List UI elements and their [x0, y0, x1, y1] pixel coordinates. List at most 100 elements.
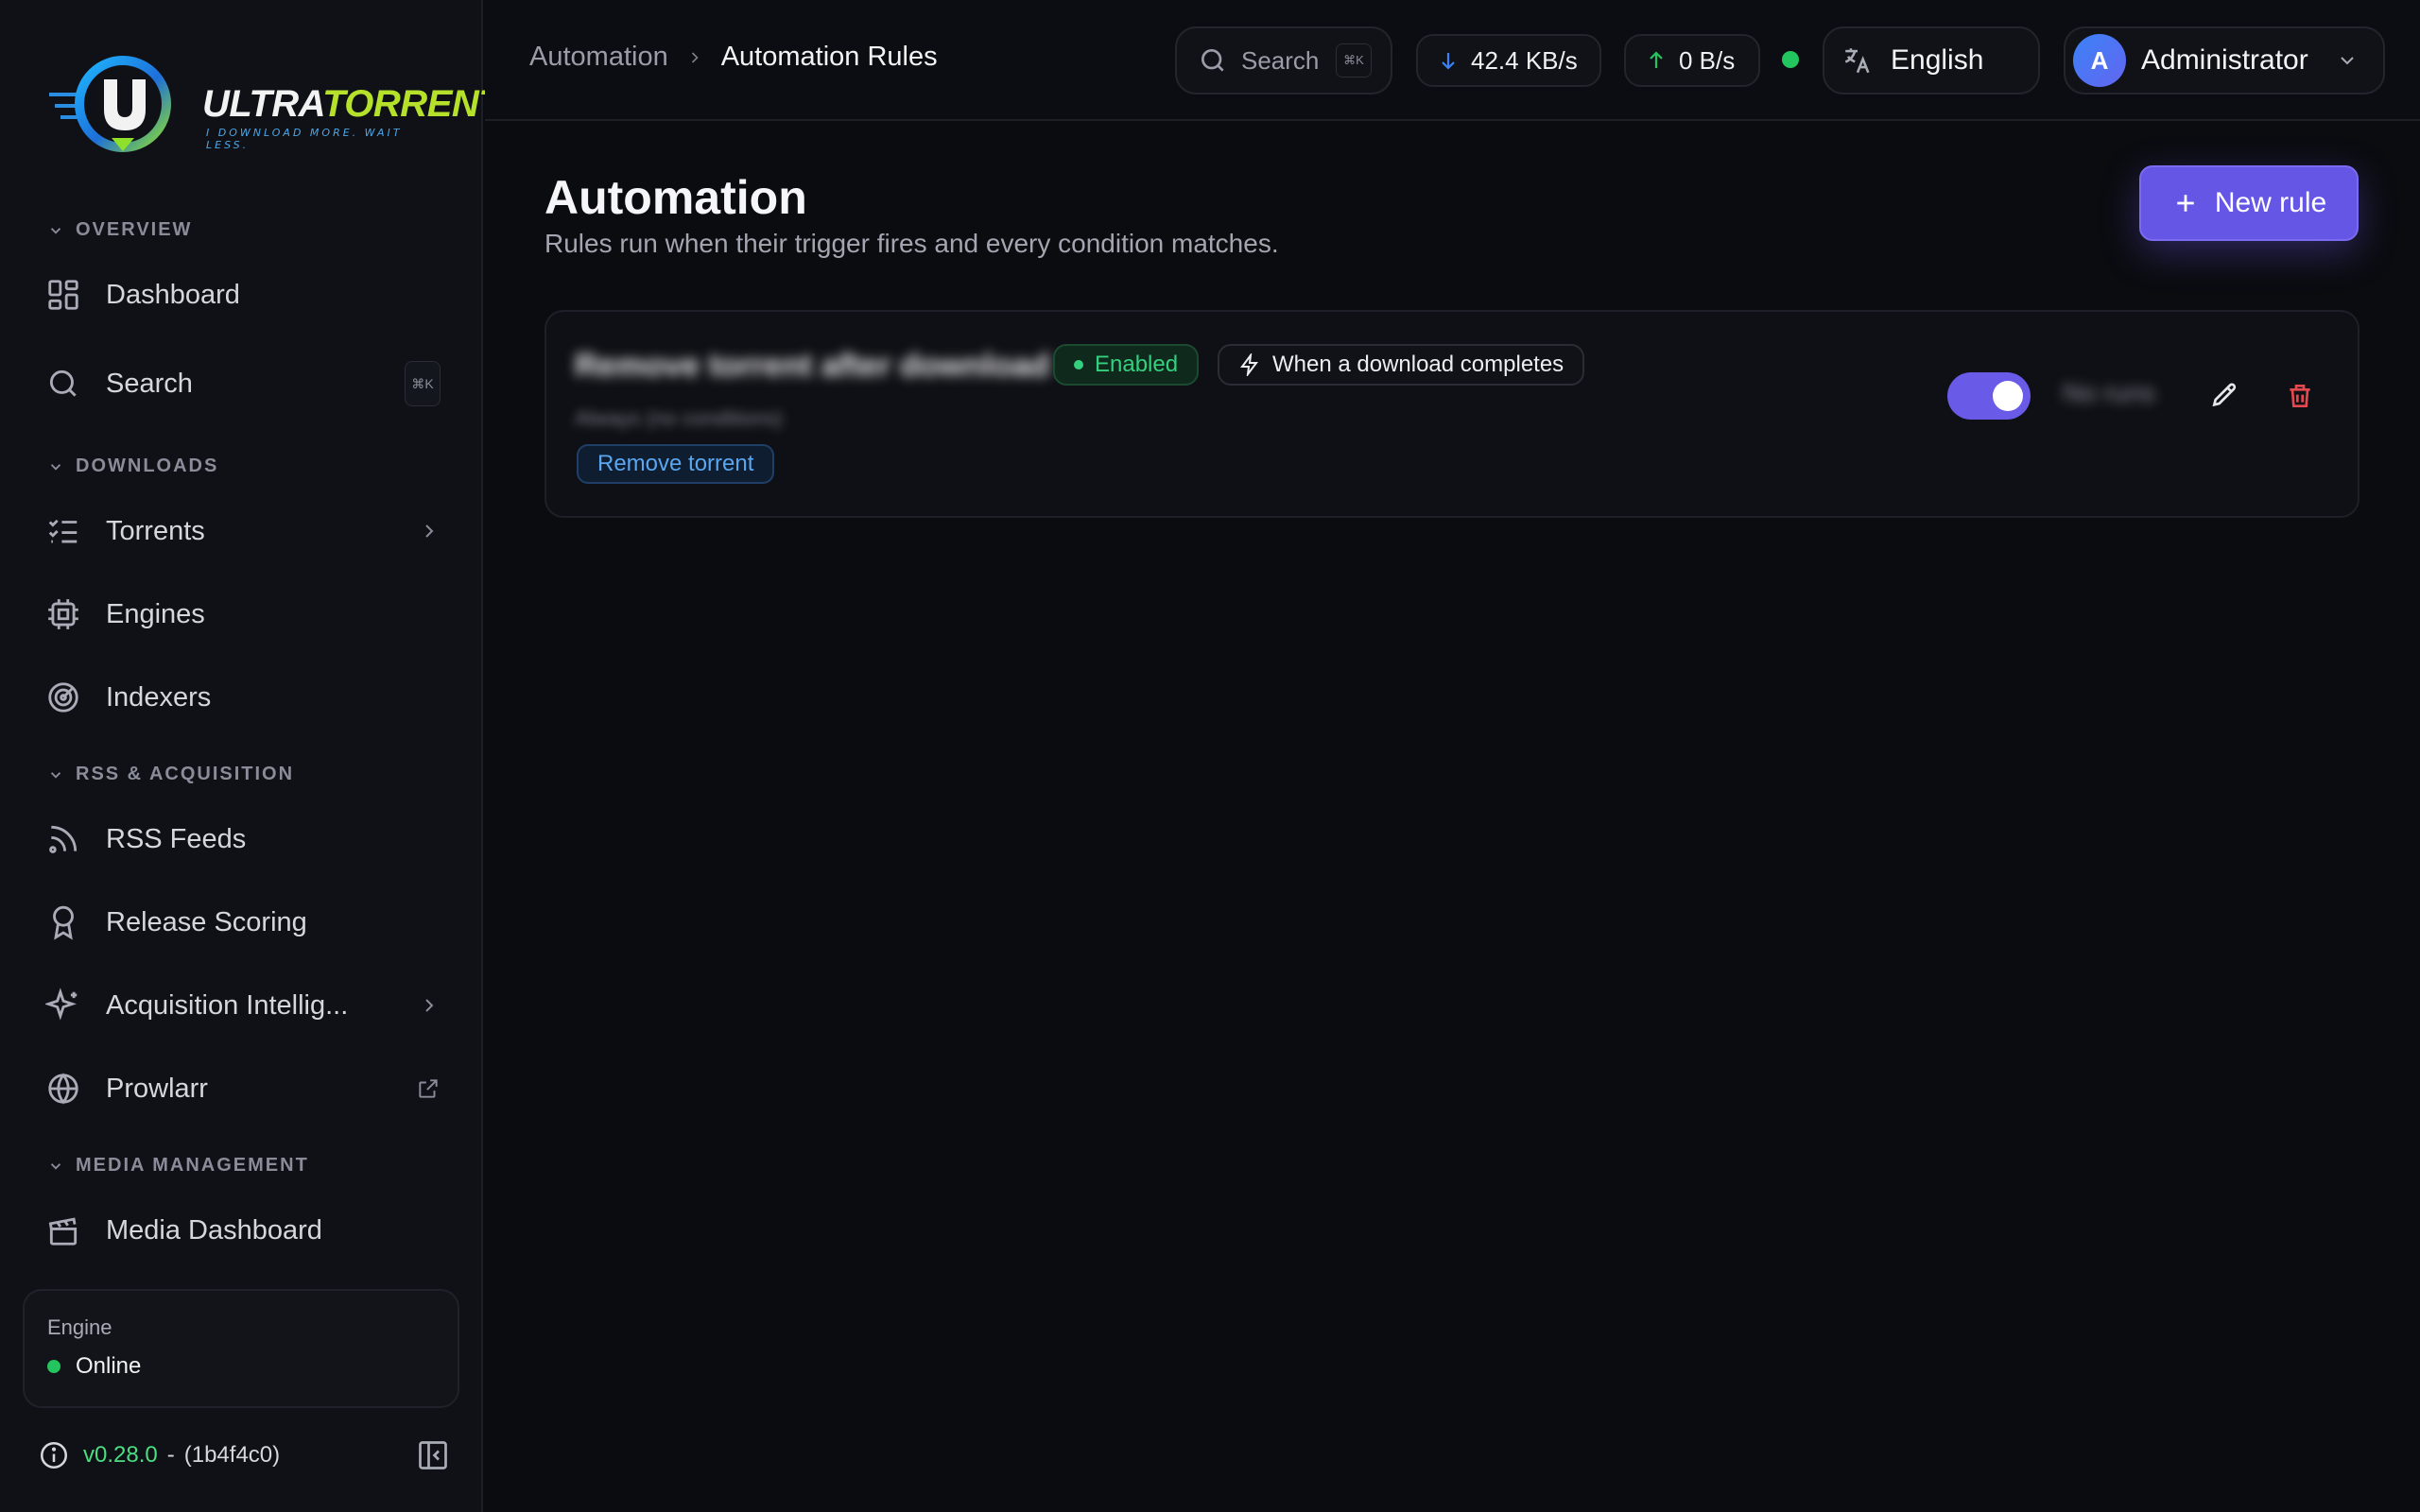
logo-wordmark: ULTRATORRENT: [202, 83, 502, 125]
arrow-down-icon: [1442, 53, 1455, 70]
logo-tagline: I DOWNLOAD MORE. WAIT LESS.: [206, 127, 403, 151]
version-separator: -: [166, 1442, 175, 1468]
rss-icon: [49, 825, 78, 853]
sidebar-item-release-scoring[interactable]: Release Scoring: [23, 888, 459, 956]
radar-icon: [48, 682, 78, 713]
engine-status: Online: [47, 1353, 435, 1380]
chevron-down-icon: [50, 463, 61, 471]
award-icon: [53, 905, 74, 940]
global-search-button[interactable]: Search ⌘K: [1175, 26, 1392, 94]
delete-rule-button[interactable]: [2276, 372, 2324, 420]
sidebar-item-engines[interactable]: Engines: [23, 580, 459, 648]
user-name: Administrator: [2141, 44, 2308, 76]
breadcrumb: Automation Automation Rules: [529, 42, 938, 73]
plus-icon: [2177, 195, 2194, 212]
new-rule-button[interactable]: New rule: [2139, 165, 2359, 241]
version-number: v0.28.0: [83, 1442, 158, 1468]
dashboard-icon: [48, 280, 78, 310]
sidebar-item-search[interactable]: Search ⌘K: [23, 350, 459, 418]
section-media[interactable]: MEDIA MANAGEMENT: [47, 1155, 309, 1177]
sidebar-item-prowlarr[interactable]: Prowlarr: [23, 1055, 459, 1123]
action-label: Remove torrent: [597, 451, 754, 476]
shortcut-badge: ⌘K: [405, 361, 441, 406]
shortcut-badge: ⌘K: [1336, 43, 1372, 77]
rule-card: Remove torrent after download Enabled Wh…: [544, 310, 2360, 518]
engine-status-card: Engine Online: [23, 1289, 459, 1408]
list-checks-icon: [48, 519, 78, 543]
download-speed: 42.4 KB/s: [1471, 45, 1578, 75]
sidebar-item-dashboard[interactable]: Dashboard: [23, 261, 459, 329]
breadcrumb-parent[interactable]: Automation: [529, 42, 668, 73]
trigger-label: When a download completes: [1272, 352, 1564, 377]
section-title-downloads: DOWNLOADS: [76, 455, 219, 476]
avatar: A: [2073, 34, 2126, 87]
chevron-down-icon: [2341, 57, 2354, 65]
main-content: Automation Rules run when their trigger …: [485, 123, 2420, 1512]
status-badge: Enabled: [1053, 344, 1200, 386]
status-dot: [1074, 360, 1083, 369]
new-rule-label: New rule: [2214, 187, 2327, 218]
sidebar-item-label: Dashboard: [106, 279, 240, 310]
sidebar-item-rss-feeds[interactable]: RSS Feeds: [23, 805, 459, 873]
sidebar-item-torrents[interactable]: Torrents: [23, 497, 459, 565]
section-title-media: MEDIA MANAGEMENT: [76, 1155, 309, 1176]
rule-description: Always (no conditions): [575, 406, 784, 430]
cpu-icon: [48, 599, 78, 629]
status-badge-label: Enabled: [1095, 352, 1179, 377]
sparkles-icon: [45, 988, 78, 1021]
globe-icon: [48, 1073, 78, 1105]
sidebar-item-label: Indexers: [106, 681, 212, 713]
sidebar-item-media-dashboard[interactable]: Media Dashboard: [23, 1196, 459, 1264]
section-downloads[interactable]: DOWNLOADS: [47, 455, 218, 477]
version-commit: (1b4f4c0): [183, 1442, 281, 1468]
sidebar-item-label: Acquisition Intellig...: [106, 989, 349, 1021]
sidebar-item-label: Search: [106, 368, 193, 399]
rule-enabled-toggle[interactable]: [1947, 372, 2031, 420]
chevron-right-icon: [691, 51, 699, 63]
pencil-icon: [2212, 383, 2237, 407]
engine-label: Engine: [47, 1315, 112, 1339]
engine-status-text: Online: [76, 1353, 142, 1379]
collapse-sidebar-icon[interactable]: [416, 1438, 450, 1472]
breadcrumb-current: Automation Rules: [720, 42, 938, 72]
chevron-right-icon[interactable]: [418, 520, 441, 542]
search-icon: [1201, 49, 1224, 72]
chevron-down-icon: [50, 771, 61, 779]
page-subtitle: Rules run when their trigger fires and e…: [544, 229, 1279, 258]
section-title-rss: RSS & ACQUISITION: [76, 764, 295, 784]
topbar: Automation Automation Rules Search ⌘K 42…: [485, 0, 2420, 121]
sidebar-item-label: Torrents: [106, 515, 205, 546]
version-info: v0.28.0 - (1b4f4c0): [38, 1436, 450, 1474]
info-icon[interactable]: [38, 1439, 70, 1471]
sidebar-item-label: Media Dashboard: [106, 1214, 322, 1246]
chevron-right-icon[interactable]: [418, 994, 441, 1017]
edit-rule-button[interactable]: [2201, 372, 2248, 420]
page-title: Automation: [544, 171, 807, 224]
rule-run-count: No runs: [2063, 378, 2156, 407]
arrow-up-icon: [1650, 51, 1663, 68]
download-speed-badge: 42.4 KB/s: [1416, 34, 1601, 87]
status-dot: [47, 1360, 60, 1373]
user-menu[interactable]: A Administrator: [2064, 26, 2385, 94]
app-logo[interactable]: ULTRATORRENT I DOWNLOAD MORE. WAIT LESS.: [45, 47, 502, 161]
upload-speed: 0 B/s: [1679, 45, 1736, 75]
sidebar-item-label: Prowlarr: [106, 1073, 208, 1104]
language-label: English: [1891, 44, 1984, 76]
chevron-down-icon: [50, 227, 61, 234]
connection-status-dot: [1782, 51, 1799, 68]
section-title-overview: OVERVIEW: [76, 219, 193, 240]
upload-speed-badge: 0 B/s: [1624, 34, 1760, 87]
translate-icon: [1844, 48, 1870, 74]
sidebar-item-indexers[interactable]: Indexers: [23, 663, 459, 731]
sidebar-item-acquisition[interactable]: Acquisition Intellig...: [23, 971, 459, 1040]
sidebar: ULTRATORRENT I DOWNLOAD MORE. WAIT LESS.…: [0, 0, 502, 1512]
language-selector[interactable]: English: [1823, 26, 2040, 94]
clapperboard-icon: [48, 1217, 78, 1246]
section-overview[interactable]: OVERVIEW: [47, 219, 192, 241]
toggle-knob: [1993, 381, 2023, 411]
external-link-icon: [419, 1079, 438, 1098]
chevron-down-icon: [50, 1162, 61, 1170]
section-rss[interactable]: RSS & ACQUISITION: [47, 764, 294, 785]
trigger-badge: When a download completes: [1218, 344, 1585, 386]
logo-emblem-icon: [49, 56, 171, 152]
